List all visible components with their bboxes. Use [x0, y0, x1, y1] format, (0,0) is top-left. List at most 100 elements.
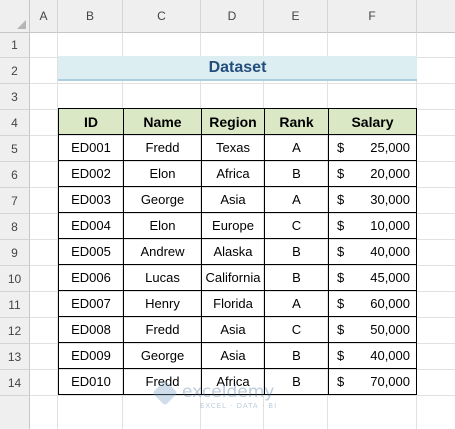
table-body: ED001 Fredd Texas A $25,000 ED002 Elon Africa B $…	[59, 135, 417, 395]
cell-name[interactable]: Lucas	[124, 265, 202, 291]
currency-symbol: $	[337, 244, 345, 259]
row-header-4[interactable]: 4	[0, 110, 30, 136]
cell-name[interactable]: Fredd	[124, 317, 202, 343]
cell-name[interactable]: Henry	[124, 291, 202, 317]
row-header-10[interactable]: 10	[0, 266, 30, 292]
cell-region[interactable]: Asia	[202, 317, 265, 343]
row-header-14[interactable]: 14	[0, 370, 30, 396]
row-header-15[interactable]	[0, 396, 30, 429]
cell-region[interactable]: Africa	[202, 369, 265, 395]
cell-id[interactable]: ED004	[59, 213, 124, 239]
row-header-5[interactable]: 5	[0, 136, 30, 162]
cell-region[interactable]: Asia	[202, 187, 265, 213]
cell-salary[interactable]: $30,000	[329, 187, 417, 213]
cell-name[interactable]: George	[124, 343, 202, 369]
column-header-c[interactable]: C	[123, 0, 201, 33]
cell-id[interactable]: ED009	[59, 343, 124, 369]
table-row: ED004 Elon Europe C $10,000	[59, 213, 417, 239]
cell-salary[interactable]: $20,000	[329, 161, 417, 187]
cell-id[interactable]: ED003	[59, 187, 124, 213]
salary-amount: 40,000	[370, 348, 410, 363]
column-header-d[interactable]: D	[201, 0, 264, 33]
row-header-2[interactable]: 2	[0, 58, 30, 84]
header-region[interactable]: Region	[202, 109, 265, 135]
column-header-b[interactable]: B	[58, 0, 123, 33]
currency-symbol: $	[337, 322, 345, 337]
cell-rank[interactable]: A	[265, 291, 329, 317]
table-row: ED002 Elon Africa B $20,000	[59, 161, 417, 187]
cell-name[interactable]: Andrew	[124, 239, 202, 265]
row-header-7[interactable]: 7	[0, 188, 30, 214]
table-row: ED007 Henry Florida A $60,000	[59, 291, 417, 317]
row-header-6[interactable]: 6	[0, 162, 30, 188]
cell-id[interactable]: ED006	[59, 265, 124, 291]
cell-rank[interactable]: B	[265, 239, 329, 265]
dataset-title[interactable]: Dataset	[58, 56, 417, 81]
cell-name[interactable]: Elon	[124, 161, 202, 187]
cell-region[interactable]: Texas	[202, 135, 265, 161]
cell-salary[interactable]: $45,000	[329, 265, 417, 291]
cell-salary[interactable]: $50,000	[329, 317, 417, 343]
header-rank[interactable]: Rank	[265, 109, 329, 135]
cell-salary[interactable]: $25,000	[329, 135, 417, 161]
currency-symbol: $	[337, 348, 345, 363]
row-header-3[interactable]: 3	[0, 84, 30, 110]
cell-rank[interactable]: A	[265, 187, 329, 213]
cell-region[interactable]: Florida	[202, 291, 265, 317]
currency-symbol: $	[337, 296, 345, 311]
salary-amount: 40,000	[370, 244, 410, 259]
table-row: ED006 Lucas California B $45,000	[59, 265, 417, 291]
column-header-g[interactable]	[417, 0, 455, 33]
cell-salary[interactable]: $10,000	[329, 213, 417, 239]
currency-symbol: $	[337, 374, 345, 389]
cell-id[interactable]: ED005	[59, 239, 124, 265]
cell-rank[interactable]: A	[265, 135, 329, 161]
cell-name[interactable]: Fredd	[124, 369, 202, 395]
cell-name[interactable]: George	[124, 187, 202, 213]
row-header-1[interactable]: 1	[0, 33, 30, 58]
cell-rank[interactable]: C	[265, 317, 329, 343]
cell-region[interactable]: Europe	[202, 213, 265, 239]
cell-salary[interactable]: $70,000	[329, 369, 417, 395]
currency-symbol: $	[337, 192, 345, 207]
cell-region[interactable]: Alaska	[202, 239, 265, 265]
table-row: ED008 Fredd Asia C $50,000	[59, 317, 417, 343]
cell-salary[interactable]: $60,000	[329, 291, 417, 317]
row-header-13[interactable]: 13	[0, 344, 30, 370]
select-all-triangle-icon	[17, 20, 26, 29]
row-header-9[interactable]: 9	[0, 240, 30, 266]
spreadsheet: A B C D E F 1 2 3 4 5 6 7 8 9 10 11 12 1…	[0, 0, 455, 429]
cell-id[interactable]: ED007	[59, 291, 124, 317]
header-id[interactable]: ID	[59, 109, 124, 135]
cell-id[interactable]: ED008	[59, 317, 124, 343]
row-header-8[interactable]: 8	[0, 214, 30, 240]
cell-region[interactable]: Africa	[202, 161, 265, 187]
column-header-f[interactable]: F	[328, 0, 417, 33]
cell-region[interactable]: California	[202, 265, 265, 291]
salary-amount: 25,000	[370, 140, 410, 155]
cell-rank[interactable]: B	[265, 369, 329, 395]
cell-salary[interactable]: $40,000	[329, 343, 417, 369]
row-header-12[interactable]: 12	[0, 318, 30, 344]
cell-salary[interactable]: $40,000	[329, 239, 417, 265]
currency-symbol: $	[337, 166, 345, 181]
table-row: ED009 George Asia B $40,000	[59, 343, 417, 369]
cell-rank[interactable]: B	[265, 265, 329, 291]
cell-name[interactable]: Elon	[124, 213, 202, 239]
cell-name[interactable]: Fredd	[124, 135, 202, 161]
salary-amount: 30,000	[370, 192, 410, 207]
select-all-corner[interactable]	[0, 0, 30, 33]
header-name[interactable]: Name	[124, 109, 202, 135]
row-header-11[interactable]: 11	[0, 292, 30, 318]
table-header-row: ID Name Region Rank Salary	[59, 109, 417, 135]
cell-region[interactable]: Asia	[202, 343, 265, 369]
column-header-e[interactable]: E	[264, 0, 328, 33]
cell-rank[interactable]: B	[265, 343, 329, 369]
cell-id[interactable]: ED010	[59, 369, 124, 395]
cell-rank[interactable]: C	[265, 213, 329, 239]
column-header-a[interactable]: A	[30, 0, 58, 33]
header-salary[interactable]: Salary	[329, 109, 417, 135]
cell-rank[interactable]: B	[265, 161, 329, 187]
cell-id[interactable]: ED001	[59, 135, 124, 161]
cell-id[interactable]: ED002	[59, 161, 124, 187]
